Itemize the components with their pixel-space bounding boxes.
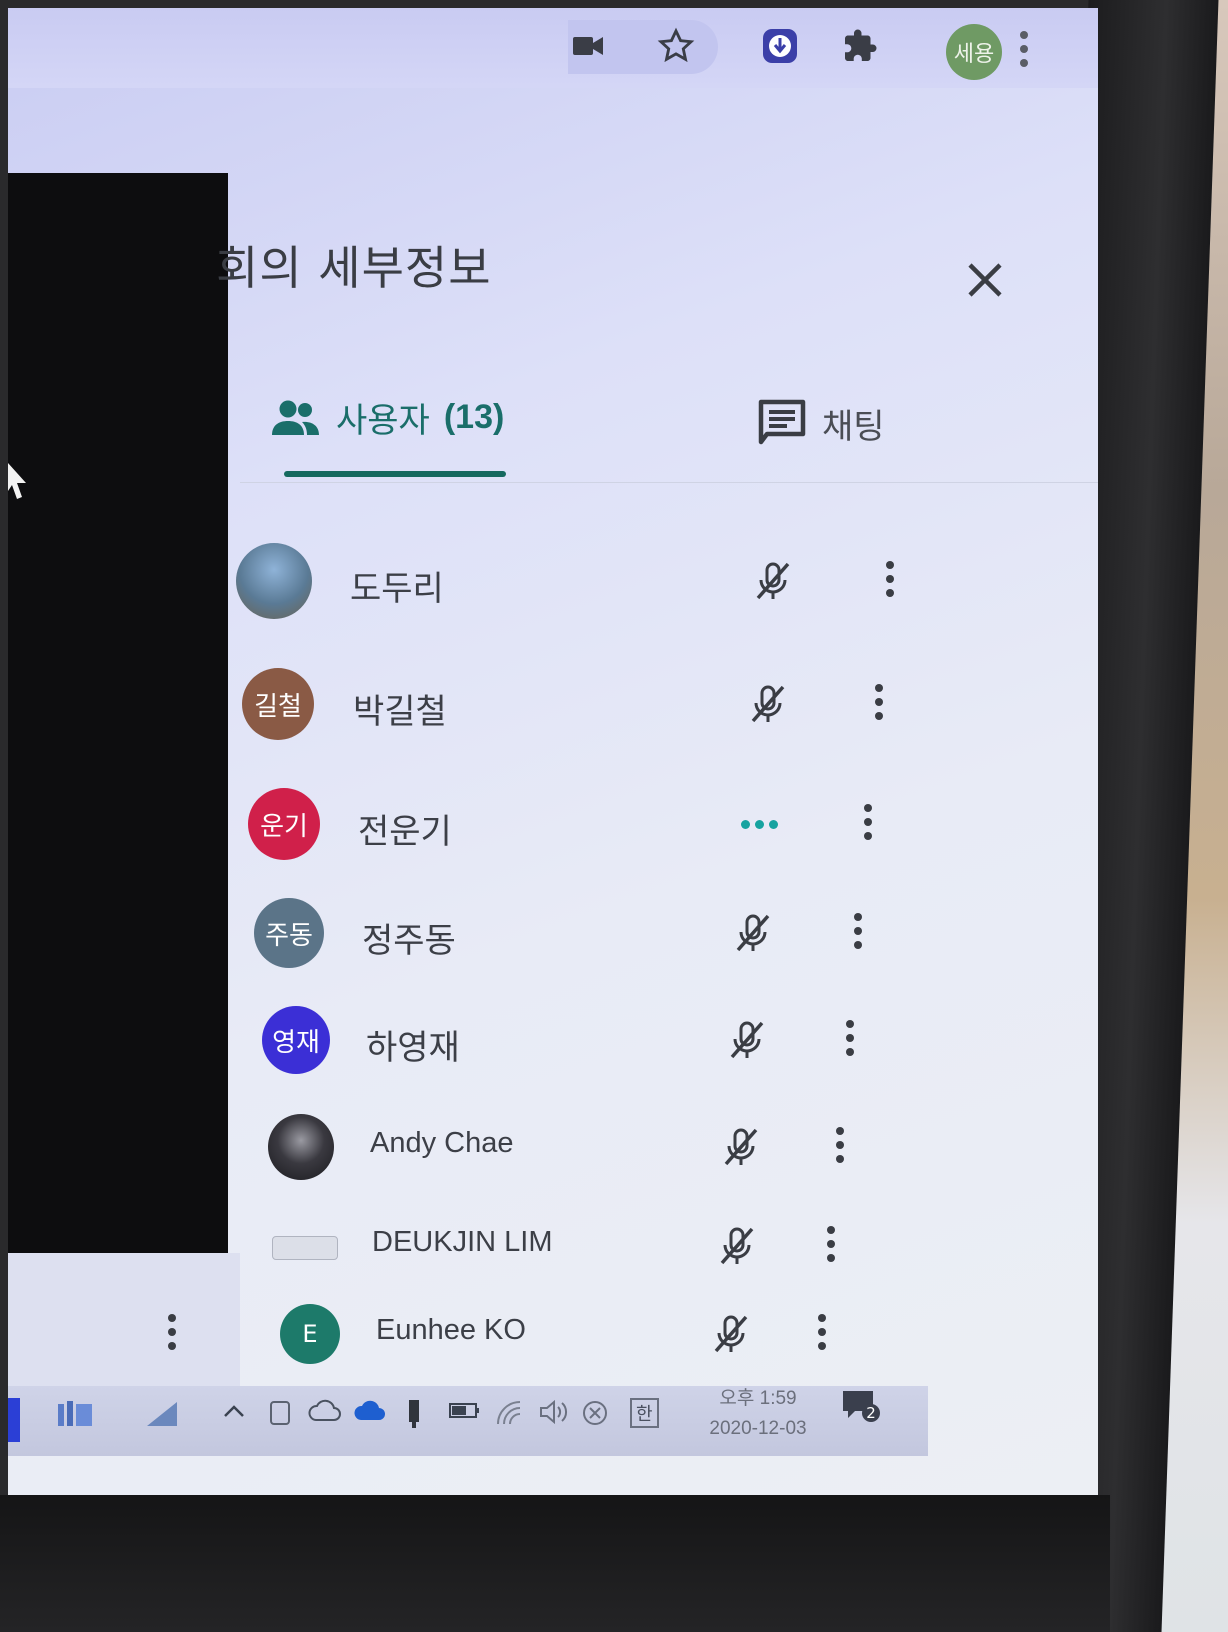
participant-name: 전운기	[358, 812, 452, 852]
participant-more-button[interactable]	[830, 1121, 850, 1173]
usb-icon[interactable]	[404, 1398, 424, 1436]
notification-center-button[interactable]: 2	[840, 1388, 880, 1430]
participant-more-button[interactable]	[848, 907, 868, 959]
participant-name: Eunhee KO	[376, 1314, 526, 1346]
volume-icon[interactable]	[538, 1398, 572, 1432]
participant-avatar: 주동	[254, 898, 324, 968]
notification-count: 2	[862, 1404, 880, 1422]
participant-name: DEUKJIN LIM	[372, 1226, 553, 1258]
participant-more-button[interactable]	[840, 1014, 860, 1066]
participant-name: 박길철	[353, 692, 447, 732]
participant-avatar	[236, 543, 312, 619]
mic-off-icon[interactable]	[745, 681, 791, 727]
more-vert-icon	[821, 1220, 841, 1262]
people-icon	[272, 400, 319, 435]
more-vert-icon	[848, 907, 868, 949]
more-vert-icon	[830, 1121, 850, 1163]
taskbar-app-icon[interactable]	[8, 1398, 20, 1442]
participant-avatar: 영재	[262, 1006, 330, 1074]
mic-off-icon[interactable]	[714, 1223, 760, 1269]
main-video-area	[8, 173, 228, 1253]
participant-avatar: 운기	[248, 788, 320, 860]
tab-users-label: 사용자	[336, 401, 430, 441]
video-tile-footer	[8, 1253, 240, 1398]
ime-indicator[interactable]: 한	[630, 1398, 659, 1428]
participant-more-button[interactable]	[869, 678, 889, 730]
participant-avatar: 길철	[242, 668, 314, 740]
clock-date: 2020-12-03	[709, 1418, 807, 1439]
mic-off-icon[interactable]	[708, 1311, 754, 1357]
onedrive-icon[interactable]	[352, 1398, 388, 1430]
participant-more-button[interactable]	[880, 555, 900, 607]
speaking-indicator-icon[interactable]	[741, 801, 787, 847]
close-panel-button[interactable]	[958, 253, 1012, 307]
chevron-up-icon[interactable]	[220, 1398, 248, 1432]
profile-avatar[interactable]: 세용	[946, 24, 1002, 80]
taskbar-app-icon[interactable]	[56, 1398, 96, 1438]
participant-name: 도두리	[350, 569, 444, 609]
tray-device-icon[interactable]	[266, 1398, 294, 1434]
participant-name: 정주동	[362, 921, 456, 961]
more-vert-icon[interactable]	[1004, 26, 1044, 67]
mic-off-icon[interactable]	[724, 1017, 770, 1063]
clock-time: 오후 1:59	[719, 1388, 797, 1409]
taskbar-app-icon[interactable]	[143, 1398, 183, 1438]
extension-app-icon[interactable]	[760, 26, 800, 66]
tab-chat-label: 채팅	[822, 406, 885, 447]
monitor-bezel-bottom	[0, 1495, 1110, 1632]
tab-users-count: (13)	[443, 398, 505, 436]
participant-name: Andy Chae	[370, 1127, 514, 1159]
more-vert-icon	[869, 678, 889, 720]
participant-more-button[interactable]	[821, 1220, 841, 1272]
puzzle-icon[interactable]	[840, 26, 880, 66]
mouse-pointer-icon	[8, 463, 26, 499]
participant-avatar: E	[280, 1304, 340, 1364]
mic-off-icon[interactable]	[718, 1124, 764, 1170]
more-vert-icon	[840, 1014, 860, 1056]
tab-chat[interactable]: 채팅	[756, 398, 885, 448]
more-vert-icon	[880, 555, 900, 597]
participant-name: 하영재	[366, 1028, 460, 1068]
active-tab-indicator	[284, 471, 506, 477]
participant-more-button[interactable]	[858, 798, 878, 850]
mic-off-icon[interactable]	[730, 910, 776, 956]
close-icon	[968, 263, 1002, 297]
no-network-icon[interactable]	[580, 1398, 610, 1434]
battery-icon[interactable]	[448, 1398, 482, 1428]
video-more-options-button[interactable]	[168, 1308, 176, 1350]
participant-more-button[interactable]	[812, 1308, 832, 1360]
tab-users[interactable]: 사용자 (13)	[270, 393, 504, 442]
star-icon[interactable]	[656, 26, 696, 66]
more-vert-icon	[858, 798, 878, 840]
cloud-icon[interactable]	[308, 1398, 342, 1430]
camera-icon[interactable]	[568, 26, 608, 66]
browser-toolbar: 세용	[8, 8, 1098, 88]
tab-divider	[240, 482, 1098, 483]
screen: 세용 회의 세부정보 사용자 (13) 채팅 도두리길철 박길철운기 전운기주동 정주…	[8, 8, 1098, 1495]
more-vert-icon	[812, 1308, 832, 1350]
wifi-icon[interactable]	[494, 1398, 526, 1434]
participant-avatar	[272, 1236, 338, 1260]
participant-avatar	[268, 1114, 334, 1180]
taskbar-clock[interactable]: 오후 1:59 2020-12-03	[698, 1384, 818, 1444]
panel-title: 회의 세부정보	[216, 241, 492, 295]
chat-icon	[758, 399, 806, 445]
mic-off-icon[interactable]	[750, 558, 796, 604]
